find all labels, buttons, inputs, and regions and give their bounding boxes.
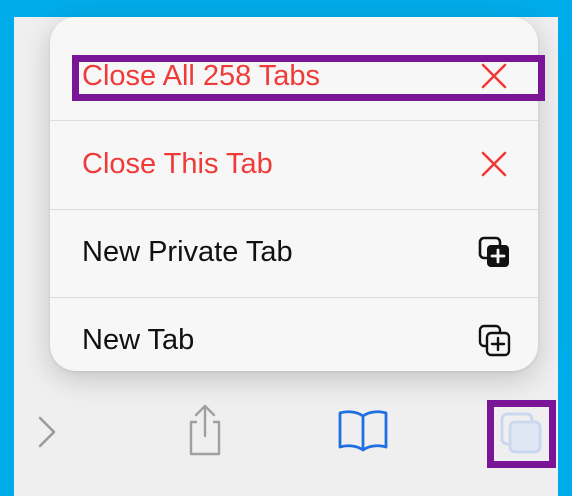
new-private-tab-menu-item[interactable]: New Private Tab — [50, 208, 538, 296]
close-all-tabs-highlight — [72, 55, 545, 101]
forward-icon[interactable] — [34, 412, 60, 452]
close-this-tab-label: Close This Tab — [82, 147, 273, 180]
new-tab-menu-item[interactable]: New Tab — [50, 296, 538, 371]
bookmarks-icon[interactable] — [336, 408, 390, 452]
share-icon[interactable] — [183, 402, 227, 458]
private-tab-icon — [474, 232, 514, 272]
tabs-button-highlight — [487, 400, 556, 468]
new-private-tab-label: New Private Tab — [82, 235, 293, 268]
close-this-tab-menu-item[interactable]: Close This Tab — [50, 120, 538, 208]
new-tab-label: New Tab — [82, 323, 195, 356]
new-tab-icon — [474, 320, 514, 360]
close-icon — [474, 144, 514, 184]
